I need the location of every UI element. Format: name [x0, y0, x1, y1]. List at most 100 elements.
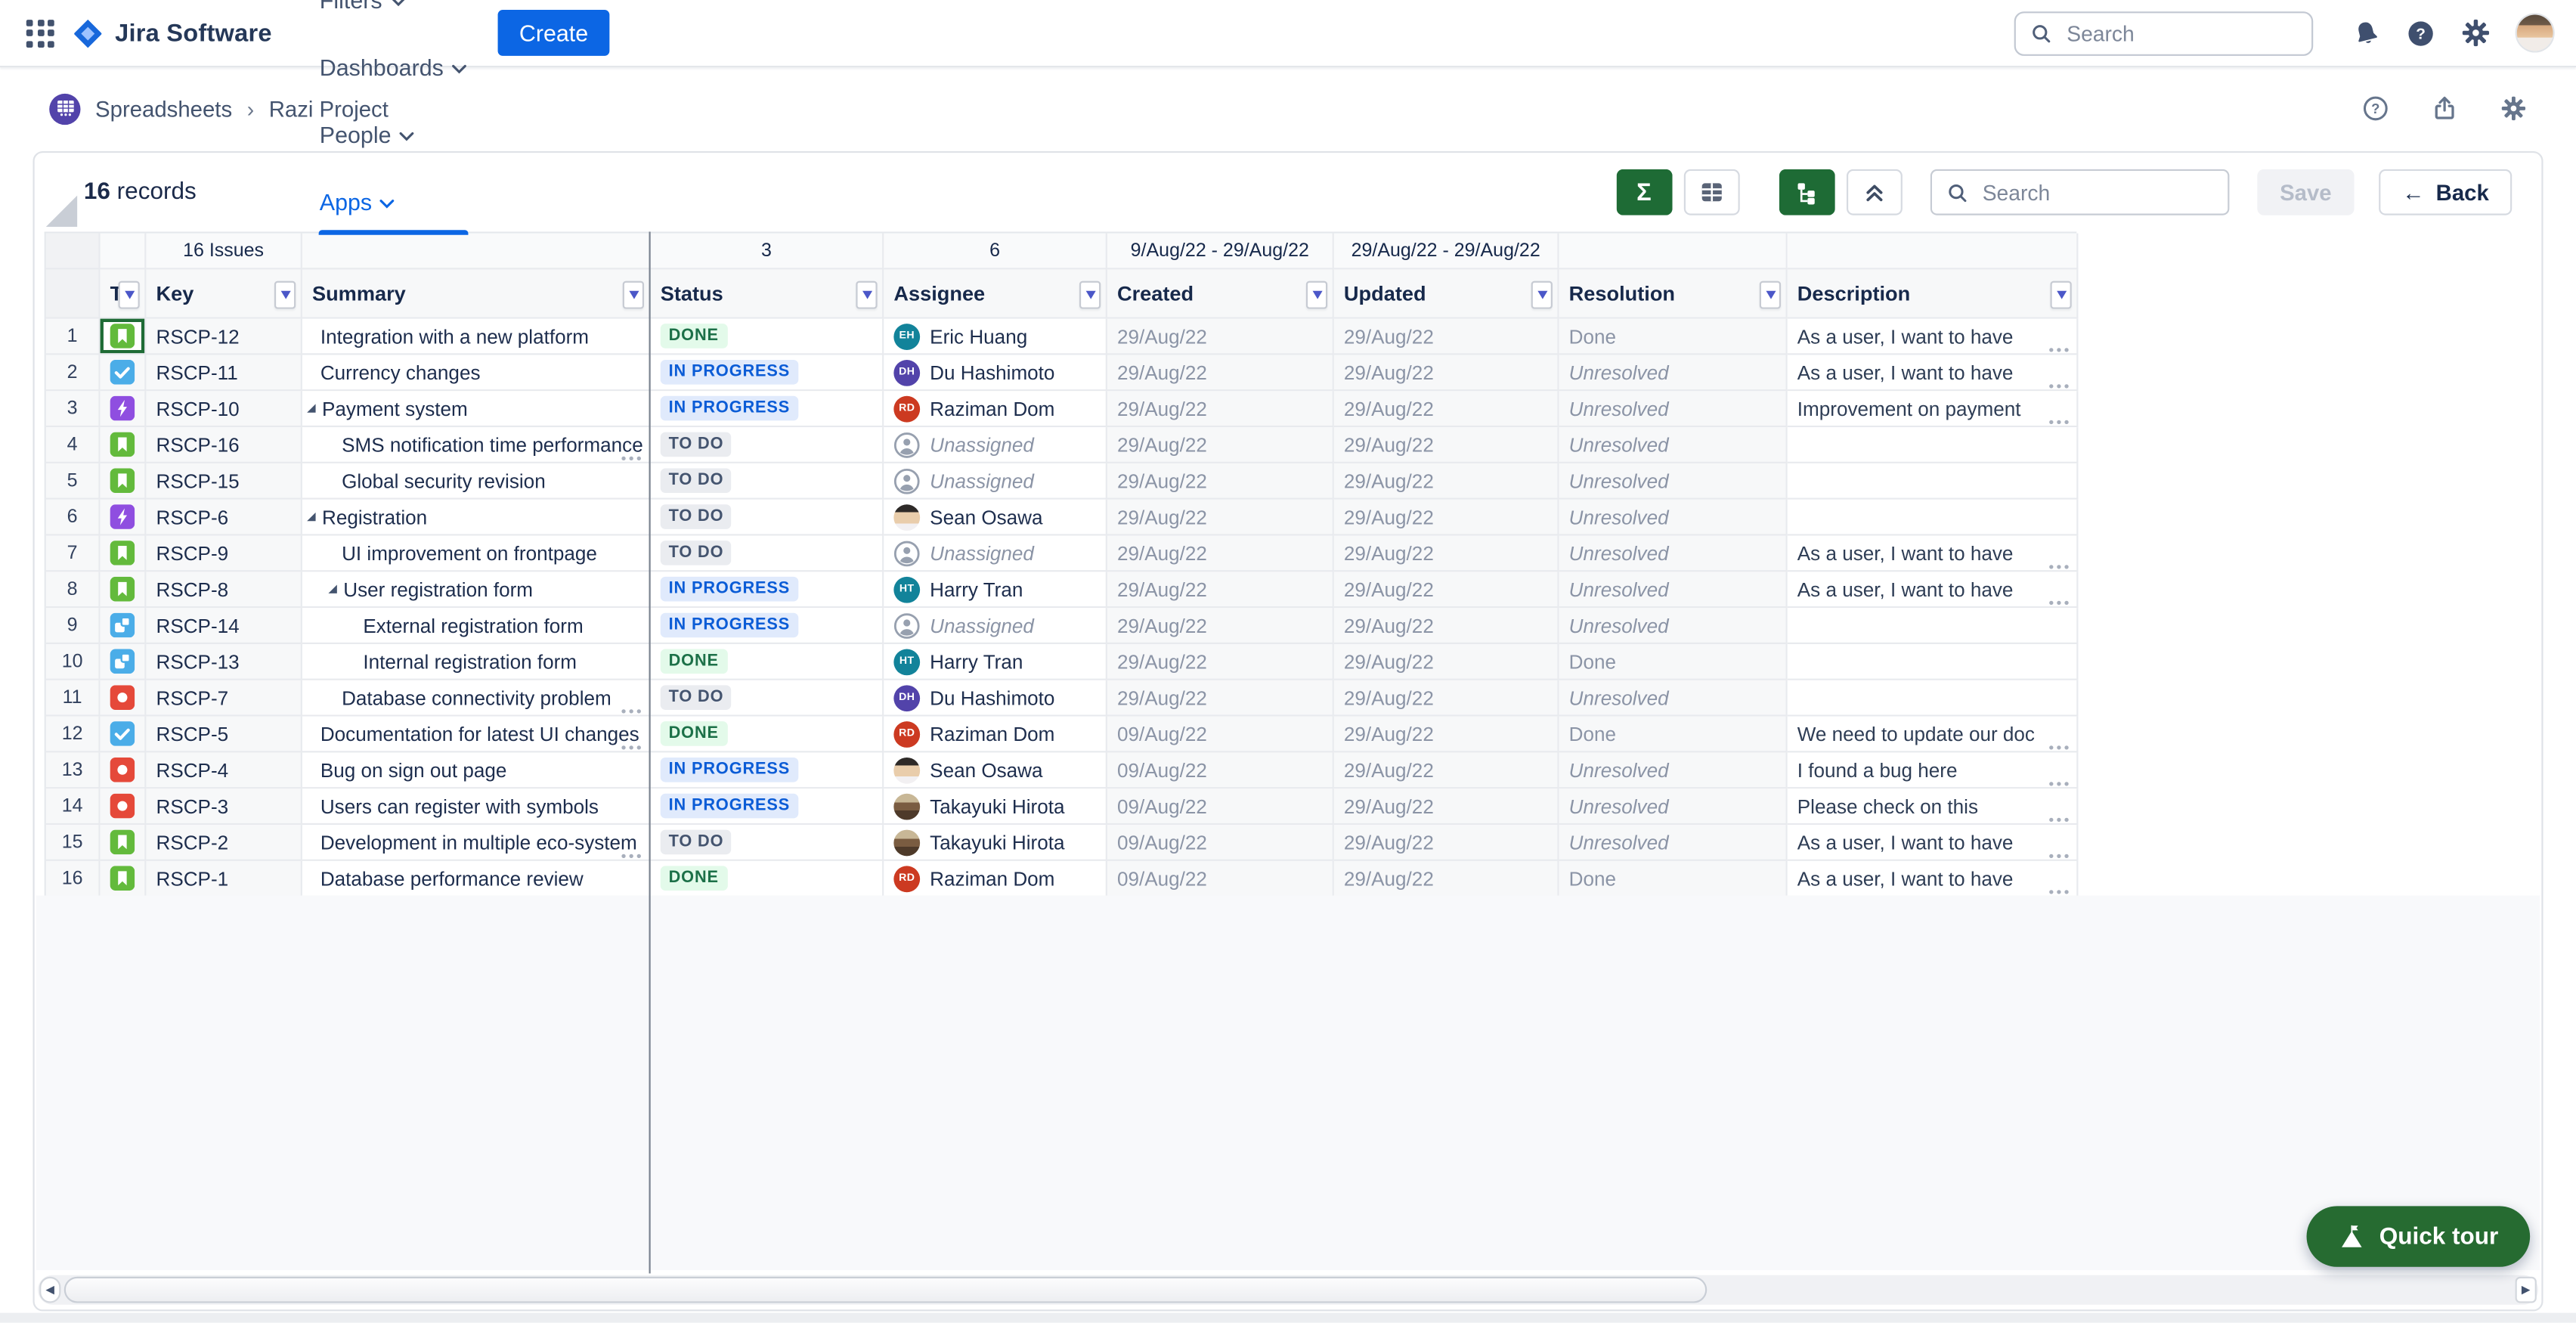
cell-created[interactable]: 09/Aug/22	[1107, 752, 1334, 789]
horizontal-scrollbar[interactable]: ◀ ▶	[38, 1275, 2538, 1305]
cell-key[interactable]: RSCP-9	[146, 536, 302, 572]
cell-type[interactable]	[101, 391, 147, 427]
cell-key[interactable]: RSCP-10	[146, 391, 302, 427]
cell-status[interactable]: IN PROGRESS	[651, 789, 884, 825]
cell-summary[interactable]: SMS notification time performance•••	[302, 427, 651, 463]
sum-sigma-button[interactable]: Σ	[1616, 169, 1672, 215]
cell-key[interactable]: RSCP-1	[146, 861, 302, 897]
cell-description[interactable]: As a user, I want to have•••	[1788, 319, 2079, 355]
cell-updated[interactable]: 29/Aug/22	[1334, 391, 1559, 427]
cell-summary[interactable]: Documentation for latest UI changes•••	[302, 717, 651, 753]
group-cell-updated-range[interactable]: 29/Aug/22 - 29/Aug/22	[1334, 234, 1559, 270]
sheet-search[interactable]	[1930, 169, 2229, 215]
row-number[interactable]: 9	[46, 608, 101, 644]
cell-type[interactable]	[101, 825, 147, 861]
column-header-assignee[interactable]: Assignee	[884, 269, 1107, 318]
cell-summary[interactable]: Database performance review	[302, 861, 651, 897]
filter-button-description[interactable]	[2050, 281, 2071, 309]
cell-resolution[interactable]: Unresolved	[1559, 463, 1788, 500]
cell-key[interactable]: RSCP-12	[146, 319, 302, 355]
cell-assignee[interactable]: HTHarry Tran	[884, 644, 1107, 680]
nav-item-people[interactable]: People	[302, 101, 485, 168]
expander-triangle-icon[interactable]	[327, 584, 339, 595]
share-export-icon[interactable]	[2432, 95, 2458, 122]
cell-updated[interactable]: 29/Aug/22	[1334, 861, 1559, 897]
column-header-summary[interactable]: Summary	[302, 269, 651, 318]
cell-key[interactable]: RSCP-16	[146, 427, 302, 463]
cell-summary[interactable]: Database connectivity problem•••	[302, 680, 651, 717]
cell-resolution[interactable]: Unresolved	[1559, 536, 1788, 572]
cell-status[interactable]: TO DO	[651, 536, 884, 572]
cell-assignee[interactable]: HTHarry Tran	[884, 572, 1107, 608]
row-number[interactable]: 10	[46, 644, 101, 680]
row-number[interactable]: 3	[46, 391, 101, 427]
help-icon[interactable]: ?	[2407, 19, 2435, 47]
column-header-updated[interactable]: Updated	[1334, 269, 1559, 318]
cell-type[interactable]	[101, 861, 147, 897]
filter-button-assignee[interactable]	[1079, 281, 1101, 309]
cell-summary[interactable]: Internal registration form	[302, 644, 651, 680]
cell-created[interactable]: 29/Aug/22	[1107, 500, 1334, 536]
group-cell-summary[interactable]	[302, 234, 651, 270]
settings-gear-icon[interactable]	[2461, 18, 2491, 48]
cell-type[interactable]	[101, 319, 147, 355]
cell-updated[interactable]: 29/Aug/22	[1334, 572, 1559, 608]
cell-updated[interactable]: 29/Aug/22	[1334, 752, 1559, 789]
expander-triangle-icon[interactable]	[305, 402, 317, 414]
cell-status[interactable]: TO DO	[651, 500, 884, 536]
cell-resolution[interactable]: Done	[1559, 861, 1788, 897]
filter-button-key[interactable]	[274, 281, 296, 309]
save-button[interactable]: Save	[2257, 169, 2355, 215]
scroll-right-arrow[interactable]: ▶	[2516, 1277, 2537, 1303]
cell-type[interactable]	[101, 752, 147, 789]
cell-description[interactable]	[1788, 608, 2079, 644]
cell-summary[interactable]: Payment system	[302, 391, 651, 427]
cell-status[interactable]: TO DO	[651, 427, 884, 463]
cell-type[interactable]	[101, 427, 147, 463]
frozen-pane-divider[interactable]	[649, 231, 651, 1273]
filter-button-updated[interactable]	[1531, 281, 1553, 309]
cell-updated[interactable]: 29/Aug/22	[1334, 717, 1559, 753]
cell-assignee[interactable]: Unassigned	[884, 536, 1107, 572]
cell-summary[interactable]: Global security revision	[302, 463, 651, 500]
cell-description[interactable]: As a user, I want to have•••	[1788, 861, 2079, 897]
cell-summary[interactable]: Integration with a new platform	[302, 319, 651, 355]
cell-updated[interactable]: 29/Aug/22	[1334, 463, 1559, 500]
cell-resolution[interactable]: Done	[1559, 319, 1788, 355]
cell-description[interactable]: Improvement on payment•••	[1788, 391, 2079, 427]
cell-summary[interactable]: Currency changes	[302, 355, 651, 391]
column-header-key[interactable]: Key	[146, 269, 302, 318]
cell-type[interactable]	[101, 789, 147, 825]
row-number[interactable]: 14	[46, 789, 101, 825]
cell-created[interactable]: 29/Aug/22	[1107, 608, 1334, 644]
cell-key[interactable]: RSCP-8	[146, 572, 302, 608]
column-header-resolution[interactable]: Resolution	[1559, 269, 1788, 318]
global-search-input[interactable]	[2064, 19, 2261, 47]
cell-updated[interactable]: 29/Aug/22	[1334, 319, 1559, 355]
scrollbar-thumb[interactable]	[64, 1277, 1707, 1303]
group-cell-created-range[interactable]: 9/Aug/22 - 29/Aug/22	[1107, 234, 1334, 270]
row-number[interactable]: 13	[46, 752, 101, 789]
cell-key[interactable]: RSCP-7	[146, 680, 302, 717]
cell-updated[interactable]: 29/Aug/22	[1334, 680, 1559, 717]
cell-key[interactable]: RSCP-15	[146, 463, 302, 500]
page-settings-gear-icon[interactable]	[2500, 95, 2527, 122]
cell-assignee[interactable]: Takayuki Hirota	[884, 825, 1107, 861]
cell-created[interactable]: 09/Aug/22	[1107, 789, 1334, 825]
cell-type[interactable]	[101, 608, 147, 644]
cell-resolution[interactable]: Done	[1559, 717, 1788, 753]
notifications-bell-icon[interactable]	[2352, 19, 2380, 47]
app-switcher-icon[interactable]	[26, 19, 54, 47]
cell-updated[interactable]: 29/Aug/22	[1334, 644, 1559, 680]
cell-summary[interactable]: External registration form	[302, 608, 651, 644]
row-number[interactable]: 16	[46, 861, 101, 897]
cell-updated[interactable]: 29/Aug/22	[1334, 355, 1559, 391]
cell-resolution[interactable]: Unresolved	[1559, 752, 1788, 789]
row-number[interactable]: 7	[46, 536, 101, 572]
row-number[interactable]: 2	[46, 355, 101, 391]
cell-summary[interactable]: Users can register with symbols	[302, 789, 651, 825]
cell-key[interactable]: RSCP-2	[146, 825, 302, 861]
cell-updated[interactable]: 29/Aug/22	[1334, 825, 1559, 861]
cell-assignee[interactable]: Unassigned	[884, 608, 1107, 644]
filter-button-summary[interactable]	[623, 281, 644, 309]
